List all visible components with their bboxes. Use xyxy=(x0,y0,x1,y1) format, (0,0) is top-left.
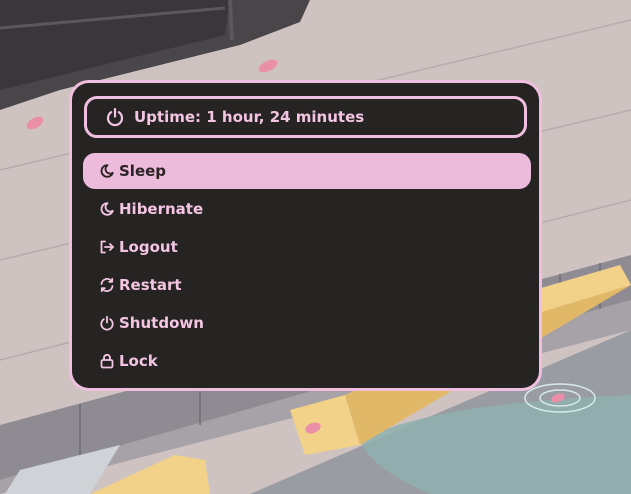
moon-icon xyxy=(99,201,115,217)
power-icon xyxy=(99,315,115,331)
menu-item-restart[interactable]: Restart xyxy=(83,267,531,303)
uptime-text: Uptime: 1 hour, 24 minutes xyxy=(134,108,365,126)
lock-icon xyxy=(99,353,115,369)
menu-item-shutdown[interactable]: Shutdown xyxy=(83,305,531,341)
moon-icon xyxy=(99,163,115,179)
menu-item-hibernate[interactable]: Hibernate xyxy=(83,191,531,227)
refresh-icon xyxy=(99,277,115,293)
menu-item-label: Restart xyxy=(119,276,182,294)
uptime-header: Uptime: 1 hour, 24 minutes xyxy=(84,96,527,138)
menu-item-label: Shutdown xyxy=(119,314,204,332)
power-options-list: Sleep Hibernate Logout Restart Shutdown … xyxy=(83,153,531,381)
menu-item-label: Sleep xyxy=(119,162,167,180)
power-icon xyxy=(105,107,125,127)
menu-item-label: Lock xyxy=(119,352,158,370)
menu-item-lock[interactable]: Lock xyxy=(83,343,531,379)
logout-icon xyxy=(99,239,115,255)
menu-item-label: Hibernate xyxy=(119,200,204,218)
menu-item-label: Logout xyxy=(119,238,178,256)
power-menu: Uptime: 1 hour, 24 minutes Sleep Hiberna… xyxy=(69,80,542,391)
menu-item-logout[interactable]: Logout xyxy=(83,229,531,265)
menu-item-sleep[interactable]: Sleep xyxy=(83,153,531,189)
